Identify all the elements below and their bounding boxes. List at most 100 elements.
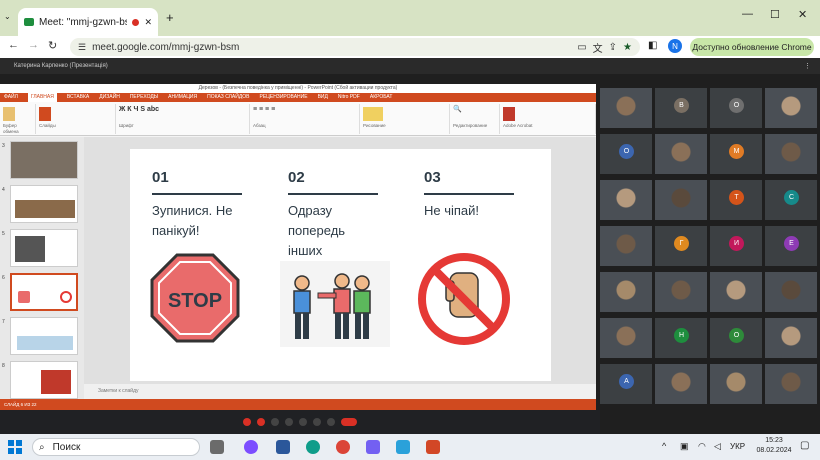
chrome-icon[interactable] [336, 440, 350, 454]
close-tab-icon[interactable]: ✕ [144, 17, 152, 28]
mic-off-icon[interactable] [243, 418, 251, 426]
participant-tile[interactable] [765, 364, 817, 404]
menu-view[interactable]: ВИД [318, 93, 328, 102]
current-slide[interactable]: 01 Зупинися. Не панікуй! 02 Одразу попер… [130, 149, 551, 381]
leave-call-button[interactable] [341, 418, 357, 426]
participant-tile[interactable]: С [765, 180, 817, 220]
participant-tile[interactable] [765, 318, 817, 358]
task-view-icon[interactable] [210, 440, 224, 454]
taskbar-clock[interactable]: 15:23 08.02.2024 [754, 436, 794, 458]
participant-tile[interactable] [600, 226, 652, 266]
participant-tile[interactable]: Т [710, 180, 762, 220]
share-icon[interactable]: ⇪ [609, 42, 617, 53]
menu-nitro[interactable]: Nitro PDF [338, 93, 360, 102]
participant-tile[interactable] [655, 180, 707, 220]
slide-thumb-3[interactable] [10, 141, 78, 179]
menu-transitions[interactable]: ПЕРЕХОДЫ [130, 93, 158, 102]
tray-wifi-icon[interactable]: ◠ [698, 441, 706, 452]
tray-volume-icon[interactable]: ◁ [714, 441, 721, 452]
participant-tile[interactable] [600, 272, 652, 312]
forward-icon[interactable]: → [28, 39, 39, 51]
menu-design[interactable]: ДИЗАЙН [99, 93, 120, 102]
participant-tile[interactable] [655, 272, 707, 312]
camera-icon[interactable]: ▭ [577, 42, 586, 53]
language-indicator[interactable]: УКР [730, 442, 745, 451]
participant-tile[interactable]: И [710, 226, 762, 266]
ribbon-acrobat[interactable]: Adobe Acrobat [500, 104, 596, 134]
new-tab-icon[interactable]: + [166, 10, 174, 25]
slide-thumb-5[interactable] [10, 229, 78, 267]
notifications-icon[interactable]: ▢ [800, 440, 809, 451]
browser-tab[interactable]: Meet: "mmj-gzwn-bsm" ✕ [18, 8, 158, 36]
menu-animation[interactable]: АНИМАЦИЯ [168, 93, 197, 102]
viber-icon[interactable] [366, 440, 380, 454]
ribbon-clipboard[interactable]: Буфер обмена [0, 104, 36, 134]
menu-review[interactable]: РЕЦЕНЗИРОВАНИЕ [259, 93, 307, 102]
slide-thumb-6[interactable] [10, 273, 78, 311]
participant-tile[interactable] [710, 272, 762, 312]
app-icon-1[interactable] [244, 440, 258, 454]
camera-off-icon[interactable] [257, 418, 265, 426]
translate-icon[interactable]: 文 [593, 40, 603, 55]
ribbon-editing[interactable]: 🔍 Редактирование [450, 104, 500, 134]
participant-tile[interactable]: О [600, 134, 652, 174]
menu-file[interactable]: ФАЙЛ [4, 93, 18, 102]
ribbon-drawing[interactable]: Рисование [360, 104, 450, 134]
participant-tile[interactable] [765, 134, 817, 174]
profile-avatar[interactable]: N [668, 39, 682, 53]
reactions-icon[interactable] [285, 418, 293, 426]
participant-tile[interactable]: Н [655, 318, 707, 358]
taskbar-search[interactable]: ⌕ Поиск [32, 438, 200, 456]
participant-tile[interactable] [765, 272, 817, 312]
participant-tile[interactable]: Г [655, 226, 707, 266]
side-panel-icon[interactable]: ◧ [648, 40, 657, 51]
word-icon[interactable] [276, 440, 290, 454]
ribbon-slides[interactable]: Слайды [36, 104, 116, 134]
minimize-icon[interactable]: — [742, 8, 753, 20]
participant-tile[interactable] [600, 318, 652, 358]
participant-tile[interactable] [710, 364, 762, 404]
participant-tile[interactable]: О [710, 88, 762, 128]
participant-tile[interactable]: А [600, 364, 652, 404]
maximize-icon[interactable]: ☐ [770, 8, 780, 21]
slide-thumb-8[interactable] [10, 361, 78, 399]
chrome-update-button[interactable]: Доступно обновление Chrome [690, 38, 814, 56]
participant-tile[interactable] [600, 88, 652, 128]
participant-tile[interactable]: М [710, 134, 762, 174]
menu-home[interactable]: ГЛАВНАЯ [27, 93, 57, 102]
participant-tile[interactable]: В [655, 88, 707, 128]
site-info-icon[interactable]: ☰ [78, 42, 86, 53]
tab-search-icon[interactable]: ⌄ [4, 12, 11, 21]
bookmark-star-icon[interactable]: ★ [623, 42, 632, 53]
address-bar[interactable]: ☰ meet.google.com/mmj-gzwn-bsm ▭ 文 ⇪ ★ [70, 38, 640, 56]
ribbon-font[interactable]: Ж К Ч S abc Шрифт [116, 104, 250, 134]
powerpoint-icon[interactable] [426, 440, 440, 454]
captions-icon[interactable] [271, 418, 279, 426]
raise-hand-icon[interactable] [313, 418, 321, 426]
menu-insert[interactable]: ВСТАВКА [67, 93, 89, 102]
participant-tile[interactable] [600, 180, 652, 220]
more-icon[interactable] [327, 418, 335, 426]
slide-thumb-7[interactable] [10, 317, 78, 355]
menu-slideshow[interactable]: ПОКАЗ СЛАЙДОВ [207, 93, 249, 102]
close-window-icon[interactable]: ✕ [798, 8, 807, 21]
start-menu-icon[interactable] [8, 440, 22, 454]
ribbon-paragraph[interactable]: ≡ ≡ ≡ ≡ Абзац [250, 104, 360, 134]
present-icon[interactable] [299, 418, 307, 426]
back-icon[interactable]: ← [8, 39, 19, 51]
participant-tile[interactable] [655, 134, 707, 174]
more-options-icon[interactable]: ⋮ [804, 62, 811, 70]
edge-icon[interactable] [306, 440, 320, 454]
telegram-icon[interactable] [396, 440, 410, 454]
menu-acrobat[interactable]: АКРОБАТ [370, 93, 393, 102]
tray-chevron-icon[interactable]: ^ [662, 441, 666, 451]
participant-tile[interactable]: Е [765, 226, 817, 266]
participant-tile[interactable] [655, 364, 707, 404]
reload-icon[interactable]: ↻ [48, 39, 57, 52]
slide-notes[interactable]: Заметки к слайду [84, 384, 596, 399]
participant-tile[interactable] [765, 88, 817, 128]
slide-thumb-4[interactable] [10, 185, 78, 223]
participant-tile[interactable]: О [710, 318, 762, 358]
tray-network-icon[interactable]: ▣ [680, 441, 689, 452]
slide-thumbnails-pane[interactable]: 3 4 5 6 7 8 [0, 137, 84, 399]
